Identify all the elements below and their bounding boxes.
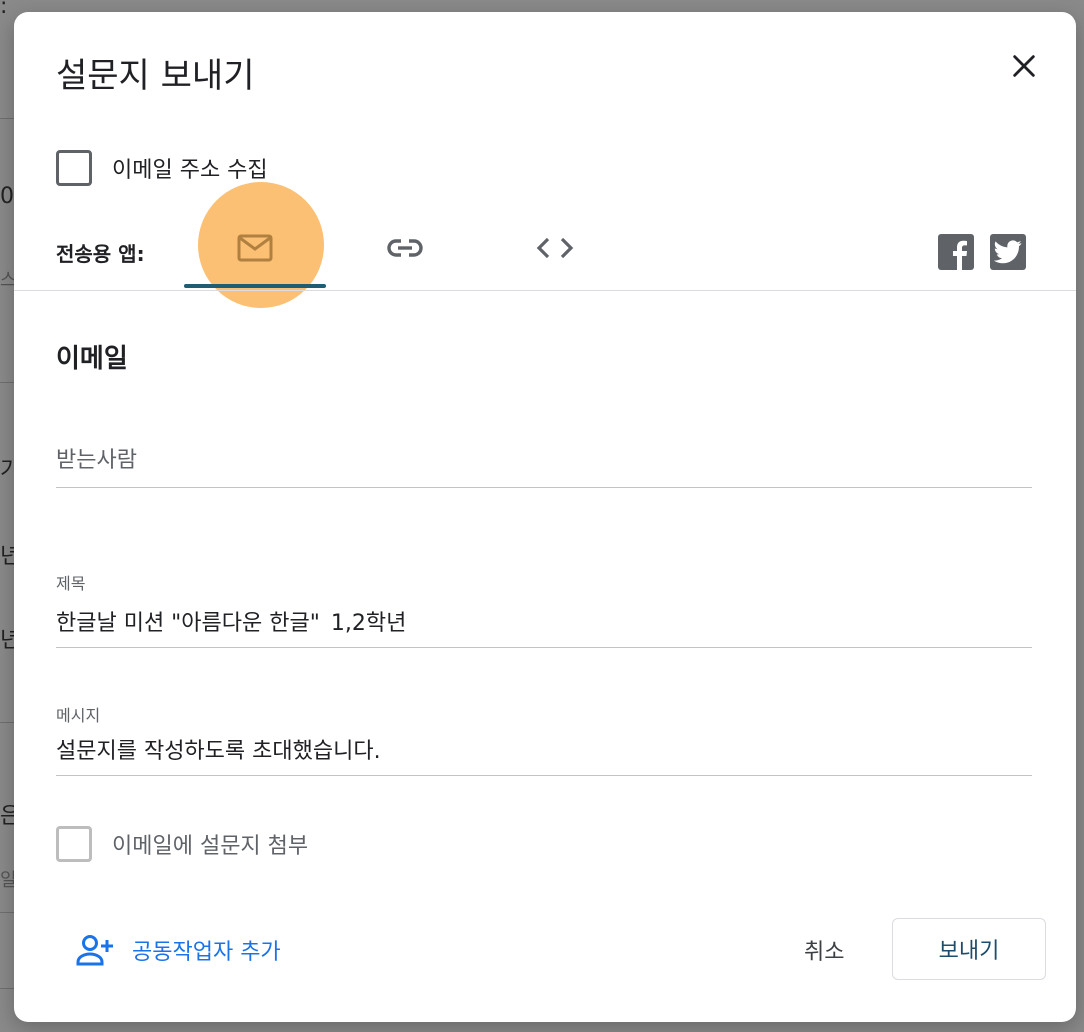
tabs-divider bbox=[14, 290, 1076, 291]
background-divider bbox=[0, 722, 14, 723]
subject-underline bbox=[56, 647, 1032, 648]
tab-link[interactable] bbox=[334, 208, 476, 288]
message-input[interactable] bbox=[56, 736, 1032, 761]
collect-email-checkbox[interactable] bbox=[56, 150, 92, 186]
background-text-fragment: 스 bbox=[0, 270, 14, 291]
background-text-fragment: 년 bbox=[0, 544, 14, 569]
subject-field: 제목 bbox=[56, 570, 1032, 648]
send-button[interactable]: 보내기 bbox=[892, 918, 1046, 980]
mail-icon bbox=[237, 234, 273, 262]
twitter-icon bbox=[994, 240, 1022, 264]
share-twitter-button[interactable] bbox=[990, 234, 1026, 270]
close-icon bbox=[1013, 55, 1035, 77]
tab-embed[interactable] bbox=[484, 208, 626, 288]
send-via-label: 전송용 앱: bbox=[56, 242, 145, 266]
recipients-underline bbox=[56, 487, 1032, 488]
background-text-fragment: 은 bbox=[0, 804, 14, 829]
share-facebook-button[interactable] bbox=[938, 234, 974, 270]
tab-email[interactable] bbox=[184, 208, 326, 288]
subject-label: 제목 bbox=[56, 574, 86, 593]
attach-form-label: 이메일에 설문지 첨부 bbox=[112, 834, 309, 859]
dialog-title: 설문지 보내기 bbox=[56, 56, 255, 96]
facebook-icon bbox=[953, 240, 967, 270]
background-text-fragment: 년 bbox=[0, 628, 14, 653]
send-form-dialog: 설문지 보내기 이메일 주소 수집 전송용 앱: 이메일 받는사람 제목 한글날… bbox=[14, 12, 1076, 1022]
background-text-fragment: 기 bbox=[0, 458, 14, 483]
email-section-title: 이메일 bbox=[56, 344, 128, 374]
link-icon bbox=[387, 239, 423, 257]
recipients-input[interactable] bbox=[56, 448, 1032, 473]
message-label: 메시지 bbox=[56, 706, 101, 725]
recipients-field bbox=[56, 448, 1032, 488]
background-text-fragment: 0 bbox=[0, 184, 14, 209]
person-add-icon bbox=[76, 935, 113, 966]
background-divider bbox=[0, 912, 14, 913]
attach-form-row[interactable]: 이메일에 설문지 첨부 bbox=[56, 826, 308, 862]
background-text-fragment: 일 bbox=[0, 870, 14, 891]
tab-selected-indicator bbox=[184, 284, 326, 288]
background-divider bbox=[0, 988, 14, 989]
message-underline bbox=[56, 775, 1032, 776]
message-field: 메시지 bbox=[56, 702, 1032, 776]
embed-code-icon bbox=[536, 237, 574, 259]
subject-input[interactable] bbox=[56, 608, 1032, 633]
add-collaborators-label: 공동작업자 추가 bbox=[132, 940, 281, 965]
background-divider bbox=[0, 118, 14, 119]
add-collaborators-button[interactable]: 공동작업자 추가 bbox=[76, 934, 281, 966]
cancel-button[interactable]: 취소 bbox=[784, 926, 864, 974]
attach-form-checkbox[interactable] bbox=[56, 826, 92, 862]
background-text-fragment: : bbox=[0, 0, 8, 19]
collect-email-row[interactable]: 이메일 주소 수집 bbox=[56, 150, 268, 186]
collect-email-label: 이메일 주소 수집 bbox=[112, 158, 268, 183]
background-divider bbox=[0, 382, 14, 383]
close-button[interactable] bbox=[1004, 46, 1044, 86]
